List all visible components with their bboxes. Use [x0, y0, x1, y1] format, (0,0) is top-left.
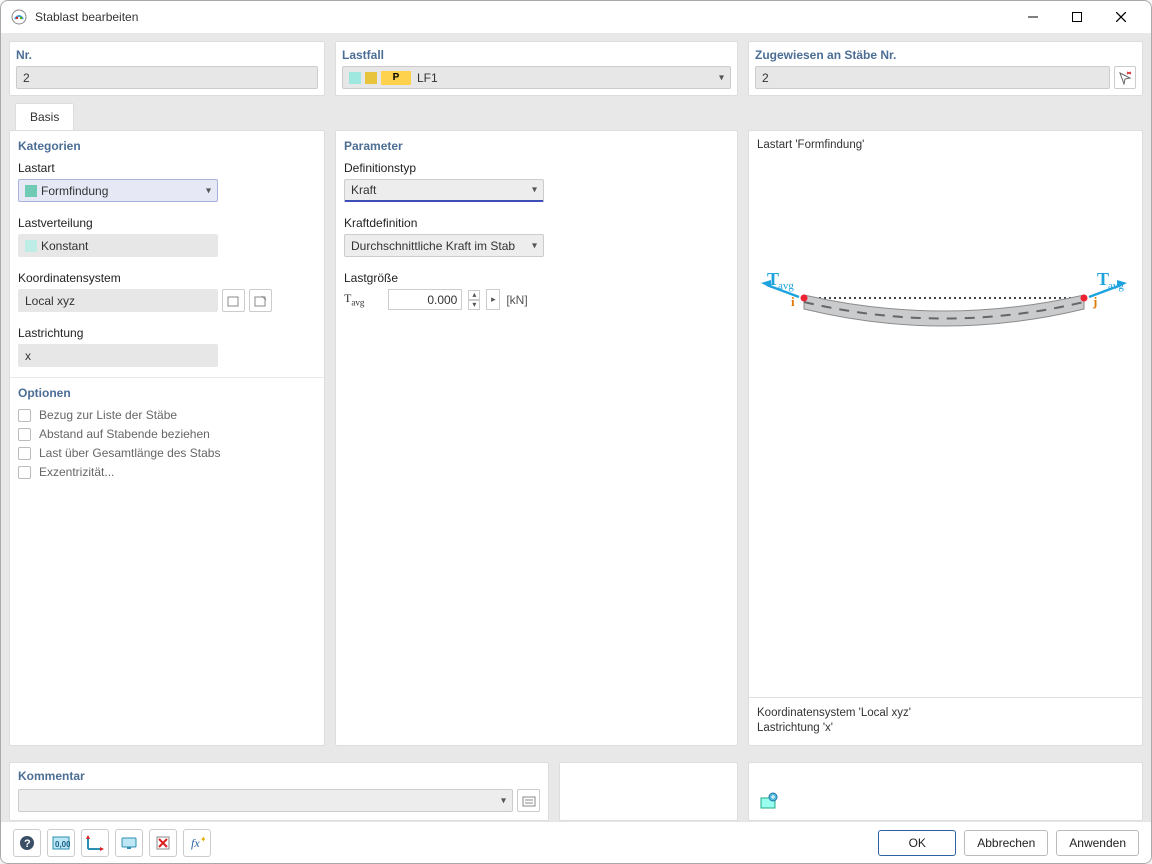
maximize-button[interactable]	[1055, 3, 1099, 31]
svg-text:?: ?	[24, 838, 31, 850]
window-title: Stablast bearbeiten	[35, 10, 1011, 24]
units-button[interactable]: 0,00	[47, 829, 75, 857]
spin-down-button[interactable]: ▾	[468, 300, 480, 310]
def-select[interactable]: Kraft ▾	[344, 179, 544, 202]
preview-tool-button[interactable]	[757, 789, 780, 812]
spin-run-button[interactable]: ▸	[486, 289, 500, 310]
kommentar-pick-button[interactable]	[517, 789, 540, 812]
koord-value: Local xyz	[25, 294, 75, 308]
koord-label: Koordinatensystem	[18, 271, 316, 285]
assign-label: Zugewiesen an Stäbe Nr.	[755, 48, 1136, 62]
svg-text:j: j	[1092, 294, 1097, 309]
lastfall-value: LF1	[417, 71, 438, 85]
aux-panel-1	[559, 762, 738, 821]
kraft-select[interactable]: Durchschnittliche Kraft im Stab ▾	[344, 234, 544, 257]
lastverteilung-value: Konstant	[41, 239, 88, 253]
preview-title: Lastart 'Formfindung'	[757, 139, 1134, 151]
chevron-down-icon: ▾	[206, 185, 211, 196]
help-button[interactable]: ?	[13, 829, 41, 857]
loadcase-type-badge: P	[381, 71, 411, 85]
minimize-button[interactable]	[1011, 3, 1055, 31]
koord-edit-button[interactable]	[249, 289, 272, 312]
lastart-select[interactable]: Formfindung ▾	[18, 179, 218, 202]
ok-button[interactable]: OK	[878, 830, 956, 856]
preview-info-coord: Koordinatensystem 'Local xyz'	[757, 706, 1134, 722]
parameter-title: Parameter	[344, 139, 729, 153]
opt-list-ref-label: Bezug zur Liste der Stäbe	[39, 408, 177, 422]
lastverteilung-select: Konstant	[18, 234, 218, 257]
def-value: Kraft	[351, 183, 376, 197]
checkbox-icon	[18, 428, 31, 441]
svg-text:✦: ✦	[231, 294, 238, 297]
scale-button[interactable]	[81, 829, 109, 857]
opt-full-length[interactable]: Last über Gesamtlänge des Stabs	[18, 446, 316, 460]
pick-members-button[interactable]	[1114, 66, 1136, 89]
svg-text:0,00: 0,00	[55, 840, 70, 849]
function-button[interactable]: fx✦	[183, 829, 211, 857]
close-button[interactable]	[1099, 3, 1143, 31]
koord-new-button[interactable]: ✦	[222, 289, 245, 312]
lastrichtung-select: x	[18, 344, 218, 367]
koord-select: Local xyz	[18, 289, 218, 312]
apply-button[interactable]: Anwenden	[1056, 830, 1139, 856]
t-value-input[interactable]: 0.000	[388, 289, 462, 310]
chevron-down-icon: ▾	[719, 72, 724, 83]
last-label: Lastgröße	[344, 271, 729, 285]
chevron-down-icon: ▾	[532, 185, 537, 196]
t-symbol: Tavg	[344, 291, 364, 307]
assign-input[interactable]: 2	[755, 66, 1110, 89]
def-label: Definitionstyp	[344, 161, 729, 175]
kategorien-title: Kategorien	[18, 139, 316, 153]
opt-eccentricity-label: Exzentrizität...	[39, 465, 114, 479]
nr-input[interactable]: 2	[16, 66, 318, 89]
lastverteilung-label: Lastverteilung	[18, 216, 316, 230]
lastart-color-icon	[25, 185, 37, 197]
loadcase-color-2-icon	[365, 72, 377, 84]
kommentar-input[interactable]: ▾	[18, 789, 513, 812]
kraft-value: Durchschnittliche Kraft im Stab	[351, 239, 515, 253]
t-unit: [kN]	[506, 293, 527, 307]
opt-end-distance[interactable]: Abstand auf Stabende beziehen	[18, 427, 316, 441]
lastverteilung-color-icon	[25, 240, 37, 252]
svg-text:i: i	[791, 294, 795, 309]
cancel-button[interactable]: Abbrechen	[964, 830, 1048, 856]
tab-basis[interactable]: Basis	[15, 103, 74, 130]
chevron-down-icon: ▾	[501, 795, 506, 806]
optionen-title: Optionen	[18, 386, 316, 400]
kommentar-label: Kommentar	[18, 769, 540, 783]
opt-end-distance-label: Abstand auf Stabende beziehen	[39, 427, 210, 441]
nr-label: Nr.	[16, 48, 318, 62]
lastfall-label: Lastfall	[342, 48, 731, 62]
svg-text:✦: ✦	[200, 835, 205, 844]
display-button[interactable]	[115, 829, 143, 857]
opt-eccentricity[interactable]: Exzentrizität...	[18, 465, 316, 479]
lastart-value: Formfindung	[41, 184, 108, 198]
checkbox-icon	[18, 447, 31, 460]
loadcase-color-1-icon	[349, 72, 361, 84]
lastart-label: Lastart	[18, 161, 316, 175]
preview-canvas: T avg T avg	[749, 157, 1142, 697]
chevron-down-icon: ▾	[532, 240, 537, 251]
preview-info-dir: Lastrichtung 'x'	[757, 721, 1134, 737]
spin-up-button[interactable]: ▴	[468, 290, 480, 300]
opt-list-ref[interactable]: Bezug zur Liste der Stäbe	[18, 408, 316, 422]
app-icon	[11, 9, 27, 25]
svg-text:fx: fx	[191, 836, 200, 850]
lastrichtung-value: x	[25, 349, 31, 363]
checkbox-icon	[18, 409, 31, 422]
opt-full-length-label: Last über Gesamtlänge des Stabs	[39, 446, 220, 460]
kraft-label: Kraftdefinition	[344, 216, 729, 230]
delete-button[interactable]	[149, 829, 177, 857]
checkbox-icon	[18, 466, 31, 479]
lastfall-select[interactable]: P LF1 ▾	[342, 66, 731, 89]
lastrichtung-label: Lastrichtung	[18, 326, 316, 340]
